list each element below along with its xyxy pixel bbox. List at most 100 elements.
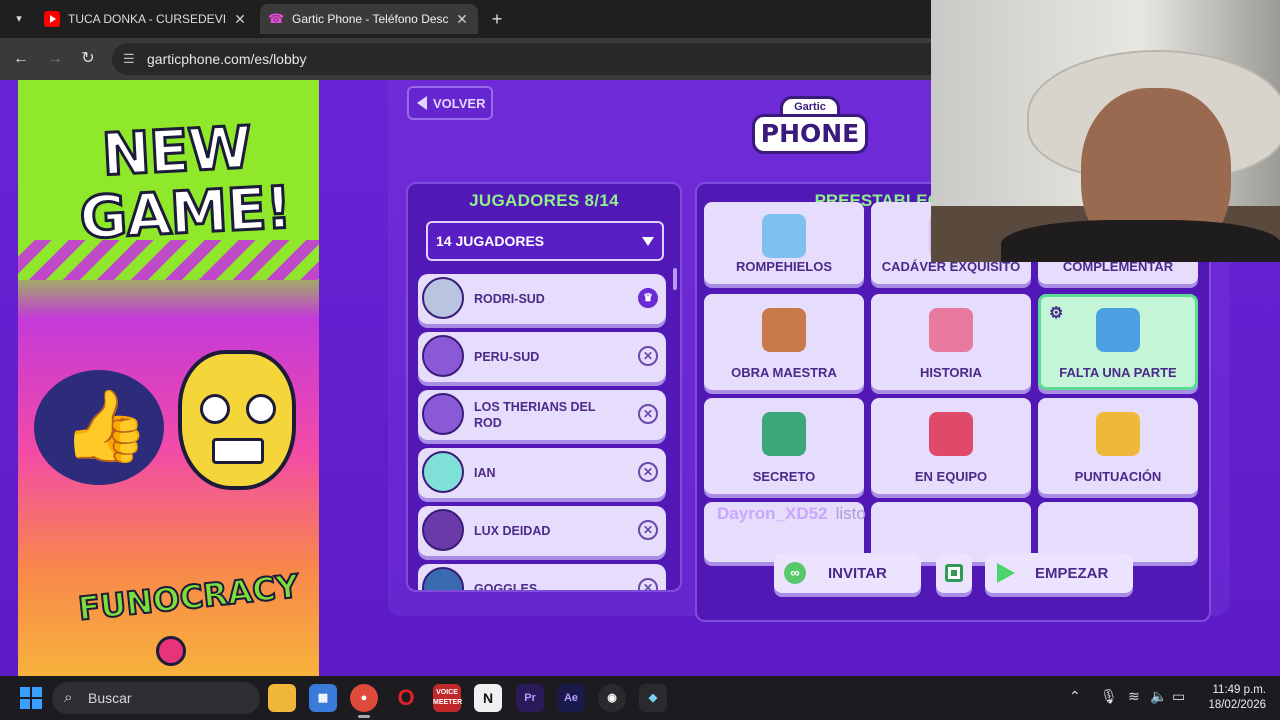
preset-label: PUNTUACIÓN	[1074, 469, 1162, 484]
crown-icon: ♛	[638, 288, 658, 308]
player-name: PERU-SUD	[474, 350, 540, 364]
close-tab-icon[interactable]: ✕	[232, 11, 248, 28]
preset-card-historia[interactable]: HISTORIA	[871, 294, 1031, 390]
remove-player-icon[interactable]: ✕	[638, 578, 658, 590]
avatar	[422, 393, 464, 435]
preset-card-rompehielos[interactable]: ROMPEHIELOS	[704, 202, 864, 284]
brand-dot-icon	[156, 636, 186, 666]
active-app-indicator	[358, 715, 370, 718]
remove-player-icon[interactable]: ✕	[638, 404, 658, 424]
voicemeeter-icon[interactable]: VOICE MEETER	[433, 684, 462, 712]
windows-taskbar: ⌕ Buscar ▦ ● O VOICE MEETER N Pr Ae ◉ ◆ ⌃…	[0, 676, 1280, 720]
chrome-icon[interactable]: ●	[350, 684, 378, 712]
dropdown-caret-icon	[642, 237, 654, 246]
player-item: GOGGLES ✕	[418, 564, 666, 592]
back-arrow-icon[interactable]: ←	[10, 48, 32, 70]
search-placeholder: Buscar	[88, 690, 132, 706]
player-item: RODRI-SUD ♛	[418, 274, 666, 324]
webcam-shirt	[1001, 220, 1280, 262]
remove-player-icon[interactable]: ✕	[638, 520, 658, 540]
site-info-icon[interactable]: ☰	[123, 43, 135, 75]
battery-icon[interactable]: ▭	[1172, 688, 1185, 705]
youtube-icon	[44, 11, 60, 27]
close-tab-icon[interactable]: ✕	[454, 11, 470, 28]
player-name: RODRI-SUD	[474, 292, 545, 306]
windows-start-icon[interactable]	[20, 687, 42, 709]
select-value: 14 JUGADORES	[436, 233, 545, 249]
missing-part-icon	[1096, 308, 1140, 352]
chevron-up-icon[interactable]: ⌃	[1069, 688, 1081, 705]
player-item: LOS THERIANS DEL ROD ✕	[418, 390, 666, 440]
ad-brand-logo: FUNOCRACY	[76, 566, 302, 629]
avatar	[422, 509, 464, 551]
preset-label: OBRA MAESTRA	[731, 365, 837, 380]
preset-card-secreto[interactable]: SECRETO	[704, 398, 864, 494]
logo-main-text: PHONE	[752, 114, 868, 154]
remove-player-icon[interactable]: ✕	[638, 346, 658, 366]
wifi-icon[interactable]: ≋	[1128, 688, 1140, 705]
player-name: IAN	[474, 466, 496, 480]
tab-youtube[interactable]: TUCA DONKA - CURSEDEVIL, D ✕	[36, 4, 256, 34]
max-players-select[interactable]: 14 JUGADORES	[426, 221, 664, 261]
after-effects-icon[interactable]: Ae	[557, 684, 585, 712]
preset-card-obra-maestra[interactable]: OBRA MAESTRA	[704, 294, 864, 390]
tab-title: Gartic Phone - Teléfono Descon	[292, 12, 448, 26]
start-button[interactable]: EMPEZAR	[985, 553, 1133, 593]
premiere-icon[interactable]: Pr	[516, 684, 544, 712]
invite-button[interactable]: ∞ INVITAR	[774, 553, 921, 593]
players-list[interactable]: RODRI-SUD ♛ PERU-SUD ✕ LOS THERIANS DEL …	[418, 274, 666, 592]
microphone-icon[interactable]: 🎙	[1100, 688, 1118, 705]
players-panel: JUGADORES 8/14 14 JUGADORES RODRI-SUD ♛ …	[406, 182, 682, 592]
avatar	[422, 451, 464, 493]
preset-label: SECRETO	[752, 469, 816, 484]
back-button[interactable]: VOLVER	[407, 86, 493, 120]
forward-arrow-icon[interactable]: →	[44, 48, 66, 70]
qr-code-icon	[945, 564, 963, 582]
notification-status: listo	[835, 504, 866, 523]
url-text: garticphone.com/es/lobby	[147, 51, 307, 67]
reload-icon[interactable]: ↻	[77, 48, 99, 70]
file-explorer-icon[interactable]	[268, 684, 296, 712]
obs-icon[interactable]: ◉	[598, 684, 626, 712]
play-icon	[997, 563, 1015, 583]
gear-icon[interactable]: ⚙	[1049, 303, 1063, 323]
back-button-label: VOLVER	[433, 95, 486, 111]
address-bar[interactable]: ☰ garticphone.com/es/lobby	[112, 43, 952, 75]
thumbs-up-icon: 👍	[34, 370, 164, 485]
preset-card-en-equipo[interactable]: EN EQUIPO	[871, 398, 1031, 494]
opera-icon[interactable]: O	[392, 684, 420, 712]
secret-box-icon	[762, 412, 806, 456]
clock-date: 18/02/2026	[1208, 699, 1266, 711]
qr-code-button[interactable]	[936, 553, 972, 593]
tab-gartic-phone[interactable]: ☎ Gartic Phone - Teléfono Descon ✕	[260, 4, 478, 34]
advertisement-banner[interactable]: NEW GAME! 👍 FUNOCRACY	[18, 80, 319, 676]
app-icon[interactable]: ◆	[639, 684, 667, 712]
store-icon[interactable]: ▦	[309, 684, 337, 712]
player-name: LOS THERIANS DEL ROD	[474, 400, 596, 430]
preset-card-falta-una-parte[interactable]: ⚙ FALTA UNA PARTE	[1038, 294, 1198, 390]
players-scrollbar[interactable]	[673, 268, 677, 290]
avatar	[422, 335, 464, 377]
player-name: LUX DEIDAD	[474, 524, 551, 538]
player-item: LUX DEIDAD ✕	[418, 506, 666, 556]
medal-icon	[1096, 412, 1140, 456]
search-icon: ⌕	[64, 689, 73, 706]
preset-label: HISTORIA	[920, 365, 982, 380]
player-item: IAN ✕	[418, 448, 666, 498]
preset-card-puntuacion[interactable]: PUNTUACIÓN	[1038, 398, 1198, 494]
new-tab-button[interactable]: +	[486, 8, 508, 30]
remove-player-icon[interactable]: ✕	[638, 462, 658, 482]
avatar	[422, 567, 464, 590]
notification-user: Dayron_XD52	[717, 504, 828, 523]
taskbar-search[interactable]: ⌕ Buscar	[52, 682, 260, 714]
scroll-feather-icon	[929, 308, 973, 352]
notion-icon[interactable]: N	[474, 684, 502, 712]
tab-search-chevron-icon[interactable]: ▾	[8, 8, 30, 30]
team-brush-icon	[929, 412, 973, 456]
gartic-phone-logo: Gartic PHONE	[752, 92, 868, 162]
webcam-overlay	[931, 0, 1280, 262]
player-name: GOGGLES	[474, 582, 538, 592]
mona-lisa-icon	[762, 308, 806, 352]
volume-icon[interactable]: 🔈	[1150, 688, 1167, 705]
system-clock[interactable]: 11:49 p.m. 18/02/2026	[1196, 683, 1266, 713]
